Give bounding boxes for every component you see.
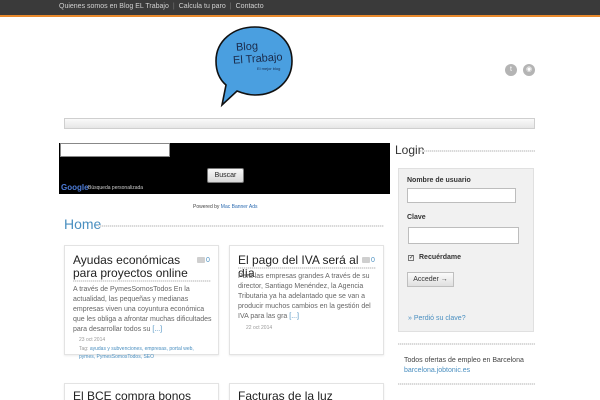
topnav-item-calcula[interactable]: Calcula tu paro xyxy=(179,3,226,10)
post-divider xyxy=(73,280,211,282)
lost-password-link[interactable]: » Perdió su clave? xyxy=(408,315,466,322)
post-tags: Tag: ayudas y subvenciones, empresas, po… xyxy=(79,345,211,361)
custom-search-label: Búsqueda personalizada xyxy=(88,185,144,191)
password-label: Clave xyxy=(407,214,426,221)
search-input[interactable] xyxy=(60,143,170,157)
powered-link[interactable]: Mac Banner Ads xyxy=(221,204,258,210)
top-bar: Quienes somos en Blog EL Trabajo | Calcula… xyxy=(0,0,600,17)
lost-password-text: Perdió su clave? xyxy=(413,315,466,322)
excerpt-text: Para las empresas grandes A través de su… xyxy=(238,273,371,320)
excerpt-text: A través de PymesSomosTodos En la actual… xyxy=(73,286,212,333)
login-divider xyxy=(420,150,535,152)
password-field[interactable] xyxy=(408,227,519,244)
tags-label: Tag: xyxy=(79,346,89,352)
login-button[interactable]: Acceder → xyxy=(407,272,454,287)
comment-count[interactable]: 0 xyxy=(371,257,375,264)
post-excerpt: Para las empresas grandes A través de su… xyxy=(238,272,380,322)
username-label: Nombre de usuario xyxy=(407,177,471,184)
username-field[interactable] xyxy=(407,188,516,203)
remember-label: Recuérdame xyxy=(419,254,462,261)
sidebar-divider xyxy=(398,343,535,345)
jobs-link[interactable]: barcelona.jobtonic.es xyxy=(404,367,470,374)
topnav-separator: | xyxy=(172,3,175,10)
topnav-item-contacto[interactable]: Contacto xyxy=(236,3,264,10)
jobs-widget: Todos ofertas de empleo en Barcelona bar… xyxy=(404,356,536,376)
read-more-link[interactable]: [...] xyxy=(152,326,162,333)
tags-list[interactable]: ayudas y subvenciones, empresas, portal … xyxy=(79,346,194,360)
sidebar-divider xyxy=(398,383,535,385)
page-title: Home xyxy=(64,216,102,232)
logo-sub: El mejor blog xyxy=(257,66,281,71)
post-excerpt: A través de PymesSomosTodos En la actual… xyxy=(73,285,213,335)
read-more-link[interactable]: [...] xyxy=(289,313,299,320)
search-button[interactable]: Buscar xyxy=(207,168,244,183)
site-logo[interactable] xyxy=(212,23,297,108)
comment-count[interactable]: 0 xyxy=(206,257,210,264)
heading-divider xyxy=(98,225,384,227)
twitter-icon[interactable]: t xyxy=(505,64,517,76)
google-logo: Google xyxy=(61,183,89,192)
post-title[interactable]: El BCE compra bonos xyxy=(73,390,203,400)
post-date: 22 oct 2014 xyxy=(246,325,273,331)
powered-prefix: Powered by xyxy=(193,204,220,210)
top-nav: Quienes somos en Blog EL Trabajo | Calcula… xyxy=(59,3,264,10)
topnav-separator: | xyxy=(229,3,232,10)
post-date: 23 oct 2014 xyxy=(79,337,106,343)
powered-by: Powered by Mac Banner Ads xyxy=(193,204,257,210)
comment-icon xyxy=(197,257,205,263)
post-divider xyxy=(238,267,376,269)
post-title[interactable]: Ayudas económicas para proyectos online xyxy=(73,254,193,280)
comment-icon xyxy=(362,257,370,263)
main-nav-bar xyxy=(64,118,535,129)
topnav-item-quienes[interactable]: Quienes somos en Blog EL Trabajo xyxy=(59,3,169,10)
post-title[interactable]: Facturas de la luz xyxy=(238,390,368,400)
remember-checkbox[interactable]: ✓ xyxy=(408,255,414,261)
logo-line1: Blog xyxy=(235,40,259,54)
jobs-text: Todos ofertas de empleo en Barcelona xyxy=(404,357,524,364)
rss-icon[interactable]: ◉ xyxy=(523,64,535,76)
